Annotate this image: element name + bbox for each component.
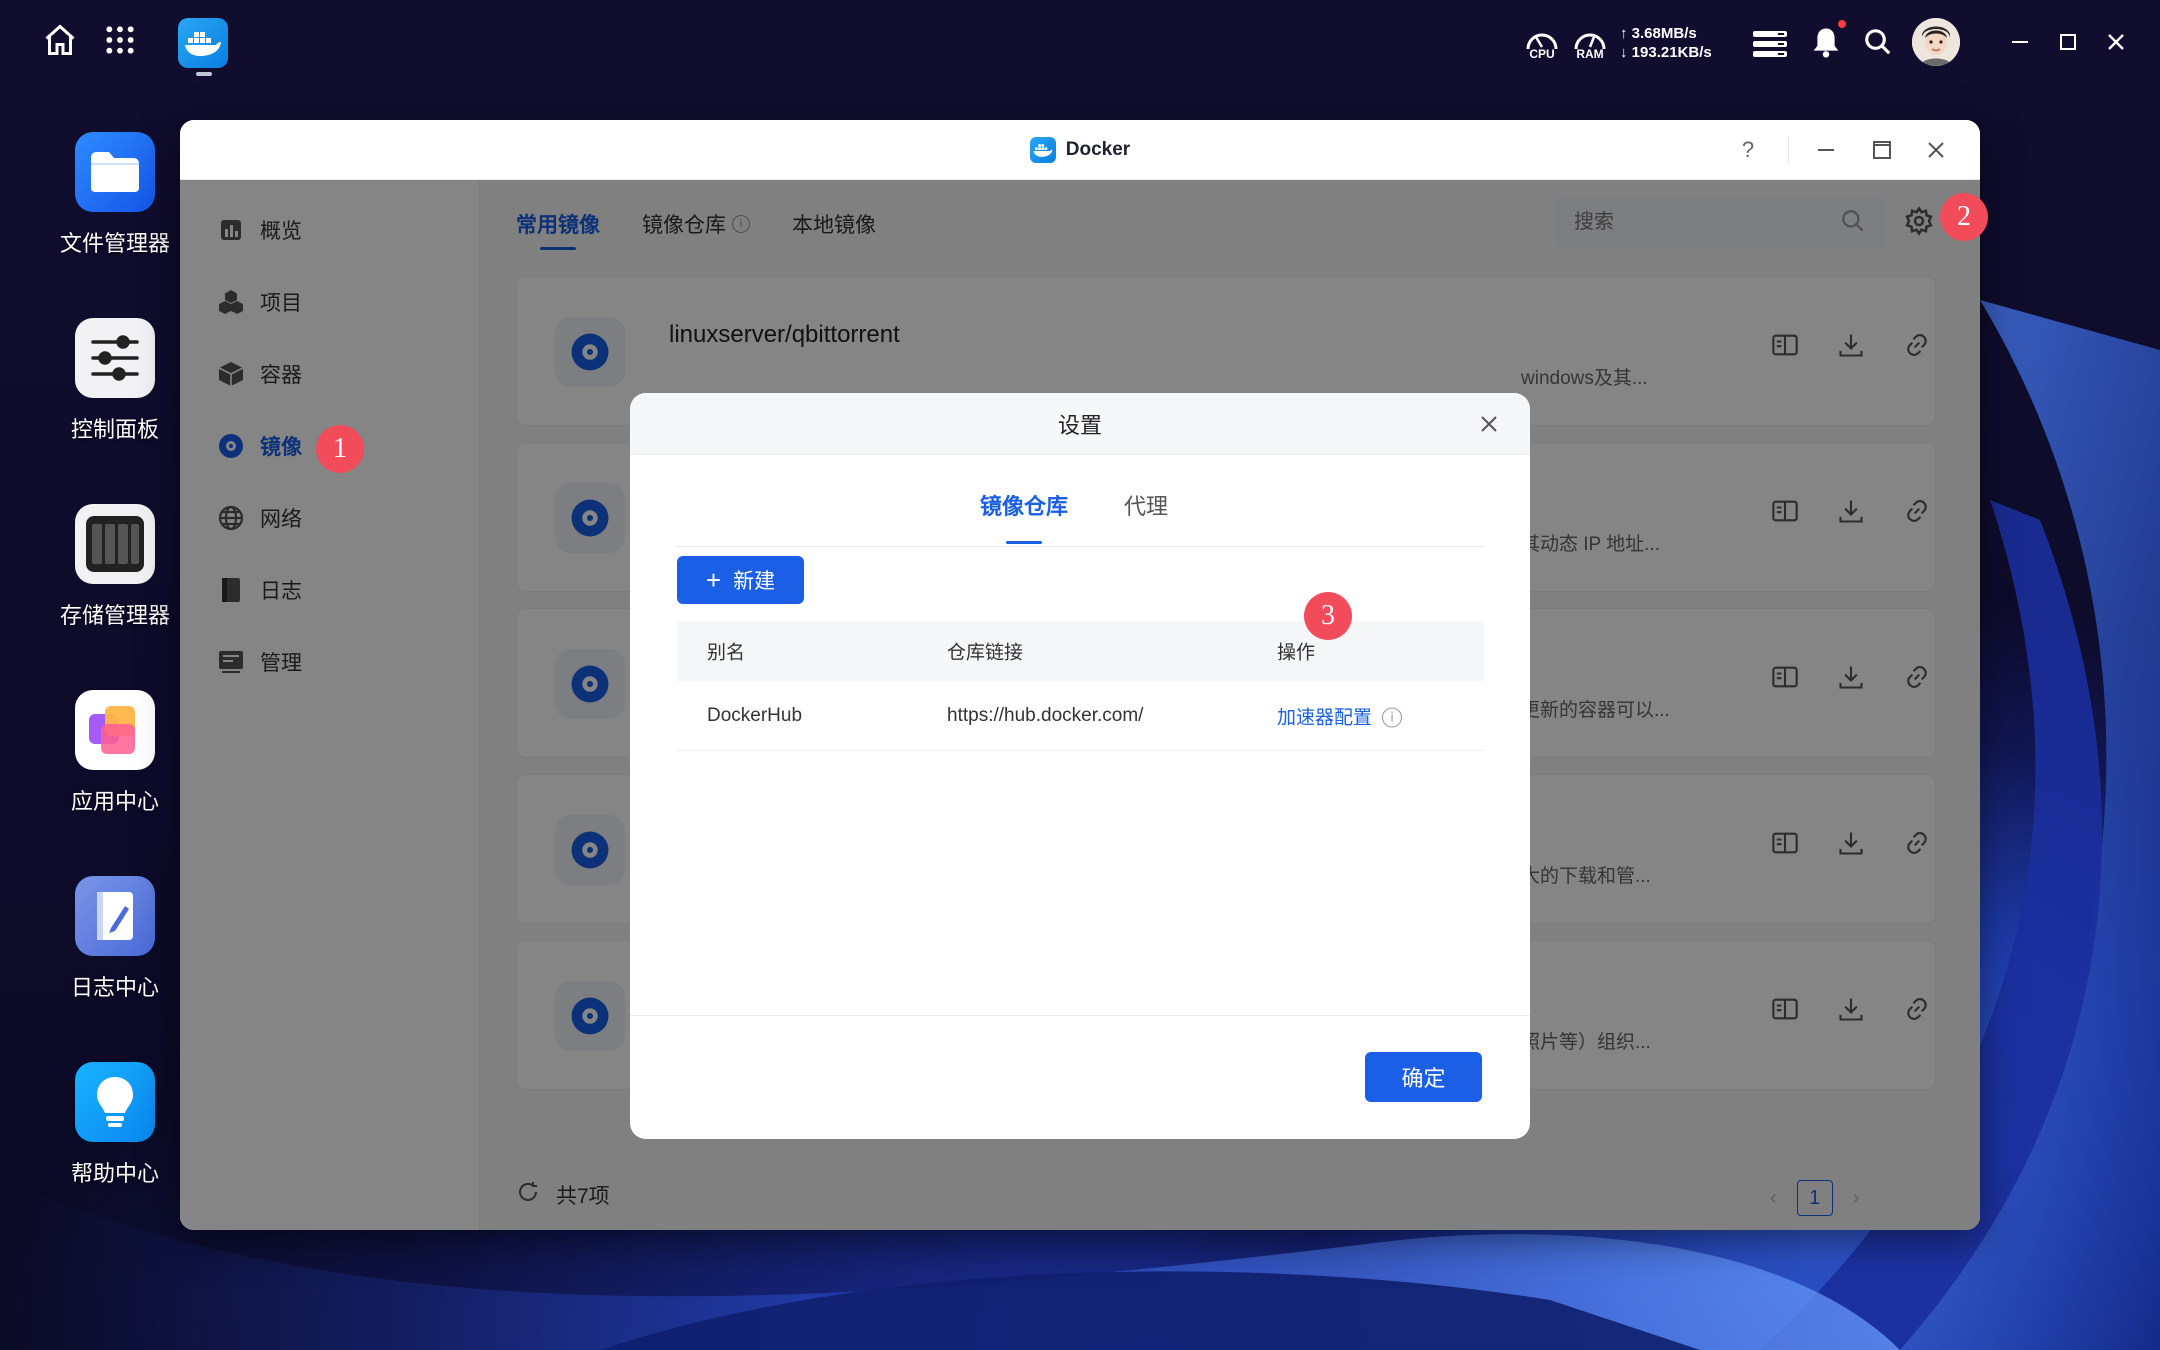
modal-header: 设置 (630, 393, 1530, 455)
cpu-gauge[interactable]: CPU (1520, 22, 1564, 64)
network-speed: ↑ 3.68MB/s ↓ 193.21KB/s (1620, 24, 1712, 62)
modal-tab-registry[interactable]: 镜像仓库 (980, 489, 1069, 544)
docker-window: Docker ? 概览 项目 容器 镜像 网络 日志 管理 常用镜像 镜像仓库 … (180, 120, 1980, 1230)
settings-modal: 设置 镜像仓库 代理 + 新建 别名 仓库链接 操作 DockerHub htt… (630, 393, 1530, 1139)
desktop-label: 日志中心 (70, 975, 159, 1000)
disk-bays-icon (75, 504, 155, 584)
window-title: Docker (1065, 138, 1131, 160)
desktop-maximize-icon[interactable] (2048, 22, 2088, 62)
confirm-button[interactable]: 确定 (1365, 1052, 1482, 1102)
column-header-alias: 别名 (707, 642, 746, 664)
modal-tab-label: 代理 (1124, 494, 1169, 519)
window-titlebar: Docker ? (180, 120, 1980, 180)
help-button[interactable]: ? (1728, 130, 1768, 170)
new-button-label: 新建 (733, 570, 776, 593)
app-launcher-icon[interactable] (100, 20, 140, 60)
app-store-icon (75, 690, 155, 770)
cell-actions: 加速器配置 i (1277, 702, 1403, 729)
plus-icon: + (705, 565, 722, 595)
user-avatar[interactable] (1912, 18, 1960, 66)
table-row: DockerHub https://hub.docker.com/ 加速器配置 i (677, 681, 1484, 751)
desktop-label: 存储管理器 (59, 603, 170, 628)
cell-url: https://hub.docker.com/ (947, 704, 1144, 726)
upload-speed: ↑ 3.68MB/s (1620, 25, 1697, 42)
desktop-label: 帮助中心 (70, 1161, 159, 1186)
modal-footer: 确定 (630, 1015, 1530, 1139)
sliders-icon (75, 318, 155, 398)
cell-alias: DockerHub (707, 704, 803, 726)
column-header-url: 仓库链接 (947, 642, 1024, 664)
docker-logo-icon (1029, 136, 1056, 163)
running-indicator (196, 72, 212, 76)
lightbulb-icon (75, 1062, 155, 1142)
ram-label: RAM (1576, 47, 1604, 61)
close-icon[interactable] (1916, 130, 1956, 170)
folder-icon (75, 132, 155, 212)
step-badge-1: 1 (316, 425, 364, 473)
download-speed: ↓ 193.21KB/s (1620, 44, 1712, 61)
desktop-item-file-manager[interactable]: 文件管理器 (40, 132, 190, 258)
desktop-close-icon[interactable] (2096, 22, 2136, 62)
info-icon[interactable]: i (1382, 707, 1403, 728)
modal-tab-label: 镜像仓库 (980, 494, 1069, 519)
top-bar: CPU RAM ↑ 3.68MB/s ↓ 193.21KB/s (0, 0, 2160, 84)
accelerator-config-link[interactable]: 加速器配置 (1277, 707, 1372, 728)
desktop-item-log-center[interactable]: 日志中心 (40, 876, 190, 1002)
desktop-label: 应用中心 (70, 789, 159, 814)
column-header-actions: 操作 (1277, 642, 1316, 664)
step-badge-3: 3 (1304, 592, 1352, 640)
new-registry-button[interactable]: + 新建 (677, 556, 804, 604)
docker-taskbar-icon[interactable] (178, 18, 228, 68)
minimize-icon[interactable] (1806, 130, 1846, 170)
desktop-label: 控制面板 (70, 417, 159, 442)
log-book-icon (75, 876, 155, 956)
maximize-icon[interactable] (1862, 130, 1902, 170)
task-list-icon[interactable] (1748, 24, 1792, 64)
notification-dot (1836, 18, 1848, 30)
modal-close-icon[interactable] (1474, 409, 1504, 439)
home-icon[interactable] (40, 20, 80, 60)
registry-table: 别名 仓库链接 操作 DockerHub https://hub.docker.… (677, 621, 1484, 751)
desktop-item-app-center[interactable]: 应用中心 (40, 690, 190, 816)
desktop-item-help-center[interactable]: 帮助中心 (40, 1062, 190, 1188)
cpu-label: CPU (1529, 47, 1555, 61)
table-header: 别名 仓库链接 操作 (677, 621, 1484, 681)
ram-gauge[interactable]: RAM (1568, 22, 1612, 64)
desktop-item-storage-manager[interactable]: 存储管理器 (40, 504, 190, 630)
desktop-item-control-panel[interactable]: 控制面板 (40, 318, 190, 444)
window-body: 概览 项目 容器 镜像 网络 日志 管理 常用镜像 镜像仓库 i 本地镜像 搜索… (180, 180, 1980, 1230)
modal-tab-proxy[interactable]: 代理 (1124, 489, 1168, 521)
step-badge-2: 2 (1940, 193, 1988, 241)
modal-title: 设置 (1057, 412, 1102, 438)
modal-tabs: 镜像仓库 代理 (676, 489, 1484, 547)
search-icon[interactable] (1858, 22, 1898, 62)
desktop-label: 文件管理器 (59, 231, 170, 256)
desktop-minimize-icon[interactable] (2000, 22, 2040, 62)
titlebar-divider (1788, 136, 1789, 164)
